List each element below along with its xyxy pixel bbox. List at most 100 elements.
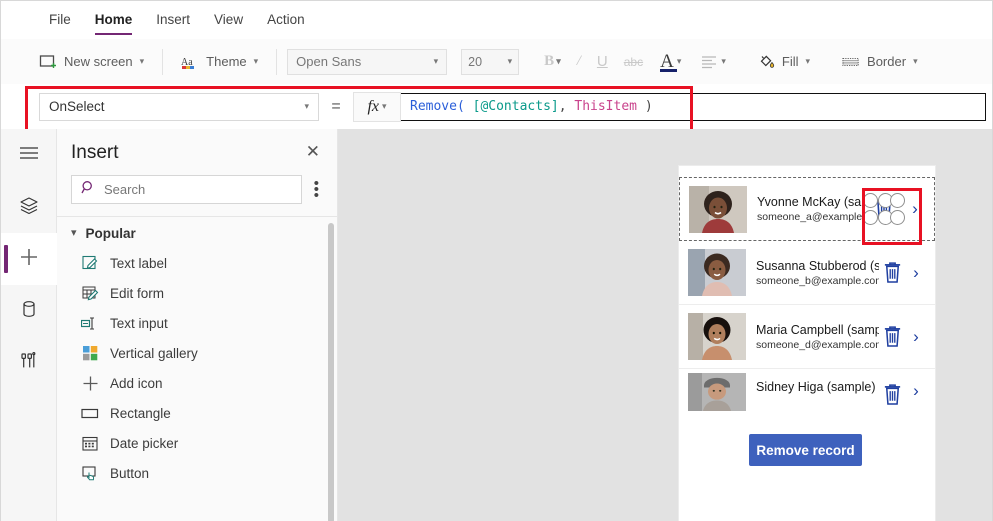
contact-info: Yvonne McKay (sample) someone_a@example.… <box>747 195 864 223</box>
border-button[interactable]: Border ▾ <box>834 49 926 75</box>
chevron-down-icon: ▾ <box>304 101 309 111</box>
search-input[interactable]: Search <box>71 175 302 204</box>
more-options-icon[interactable]: • • • <box>310 176 323 203</box>
font-name-select[interactable]: Open Sans ▾ <box>287 48 448 75</box>
delete-icon-selected[interactable] <box>863 193 905 225</box>
formula-token: ) <box>637 99 653 114</box>
chevron-down-icon: ▾ <box>253 56 259 66</box>
align-button[interactable]: ▾ <box>691 53 733 71</box>
menu-item-list: File Home Insert View Action <box>1 1 992 39</box>
ribbon-toolbar: New screen ▾ Aa Theme ▾ Open Sans ▾ 20 ▾… <box>1 39 992 85</box>
border-label: Border <box>867 54 907 69</box>
menu-item-file[interactable]: File <box>37 1 83 39</box>
bold-button[interactable]: B ▾ <box>537 53 568 70</box>
ribbon-group-format: B ▾ / U abc A ▾ ▾ <box>529 39 743 84</box>
chevron-down-icon: ▾ <box>507 56 513 66</box>
gallery-row[interactable]: Susanna Stubberod (sample) someone_b@exa… <box>679 241 935 305</box>
theme-label: Theme <box>206 54 247 69</box>
add-icon <box>81 374 99 392</box>
tree-view-icon <box>18 195 40 220</box>
insert-panel-scrollbar[interactable] <box>328 223 334 521</box>
insert-group-popular[interactable]: ▾ Popular <box>57 217 337 248</box>
gallery-row[interactable]: Yvonne McKay (sample) someone_a@example.… <box>679 177 935 241</box>
property-select[interactable]: OnSelect ▾ <box>39 92 319 121</box>
insert-item-label: Date picker <box>110 435 179 451</box>
vertical-gallery[interactable]: Yvonne McKay (sample) someone_a@example.… <box>679 166 935 521</box>
trash-icon <box>884 262 900 283</box>
rail-item-tree-view[interactable] <box>1 181 57 233</box>
strikethrough-button[interactable]: abc <box>617 55 650 69</box>
gallery-row[interactable]: Maria Campbell (sample) someone_d@exampl… <box>679 305 935 369</box>
new-screen-label: New screen <box>64 54 133 69</box>
rail-item-insert[interactable] <box>1 233 57 285</box>
rectangle-icon <box>81 404 99 422</box>
underline-button[interactable]: U <box>590 53 615 70</box>
chevron-down-icon: ▾ <box>382 101 387 111</box>
delete-icon[interactable] <box>879 258 905 288</box>
bold-label: B <box>544 53 555 69</box>
equals-sign: = <box>331 97 341 115</box>
next-arrow-icon[interactable]: › <box>905 327 927 347</box>
fill-button[interactable]: Fill ▾ <box>749 49 818 75</box>
insert-item-label: Edit form <box>110 285 165 301</box>
insert-item-text-input[interactable]: Text input <box>57 308 337 338</box>
insert-item-vertical-gallery[interactable]: Vertical gallery <box>57 338 337 368</box>
formula-token: ThisItem <box>574 99 637 114</box>
insert-item-rectangle[interactable]: Rectangle <box>57 398 337 428</box>
new-screen-icon <box>39 53 57 71</box>
menu-item-home[interactable]: Home <box>83 1 145 39</box>
rail-item-hamburger[interactable] <box>1 129 57 181</box>
rail-item-advanced-tools[interactable] <box>1 337 57 389</box>
insert-item-label: Button <box>110 465 150 481</box>
selection-handle[interactable] <box>863 210 878 225</box>
selection-handle[interactable] <box>890 210 905 225</box>
font-color-button[interactable]: A ▾ <box>652 52 689 72</box>
selection-handle[interactable] <box>890 193 905 208</box>
delete-icon[interactable] <box>879 379 905 409</box>
new-screen-button[interactable]: New screen ▾ <box>31 49 152 75</box>
strikethrough-label: abc <box>623 54 644 69</box>
font-color-swatch <box>660 69 678 72</box>
contact-name: Maria Campbell (sample) <box>756 322 879 337</box>
align-left-icon <box>701 53 719 71</box>
next-arrow-icon[interactable]: › <box>905 263 927 283</box>
menu-item-insert[interactable]: Insert <box>144 1 202 39</box>
insert-item-label: Vertical gallery <box>110 345 198 361</box>
close-icon[interactable]: ✕ <box>303 143 323 160</box>
italic-label: / <box>576 53 581 69</box>
insert-panel: Insert ✕ Search • • • ▾ Popular Text lab… <box>57 129 338 521</box>
search-icon <box>81 180 96 200</box>
theme-button[interactable]: Aa Theme ▾ <box>173 49 266 75</box>
insert-panel-title: Insert <box>71 142 119 163</box>
font-size-select[interactable]: 20 ▾ <box>461 48 520 75</box>
remove-record-button[interactable]: Remove record <box>749 434 862 466</box>
contact-avatar <box>688 373 746 411</box>
rail-item-data[interactable] <box>1 285 57 337</box>
vertical-gallery-icon <box>81 344 99 362</box>
selection-handle[interactable] <box>863 193 878 208</box>
menu-item-view[interactable]: View <box>202 1 255 39</box>
menu-item-action[interactable]: Action <box>255 1 317 39</box>
chevron-down-icon: ▾ <box>805 56 811 66</box>
contact-email: someone_a@example.com <box>757 211 864 223</box>
insert-item-date-picker[interactable]: Date picker <box>57 428 337 458</box>
formula-bar: OnSelect ▾ = fx ▾ Remove( [@Contacts], T… <box>1 84 992 130</box>
insert-item-add-icon[interactable]: Add icon <box>57 368 337 398</box>
text-input-icon <box>81 314 99 332</box>
italic-button[interactable]: / <box>570 53 588 70</box>
ribbon-group-fill: Fill ▾ <box>743 39 828 84</box>
fx-button[interactable]: fx ▾ <box>353 91 401 122</box>
insert-item-button[interactable]: Button <box>57 458 337 488</box>
font-name-value: Open Sans <box>296 54 362 69</box>
gallery-row[interactable]: Sidney Higa (sample) › <box>679 369 935 411</box>
insert-item-edit-form[interactable]: Edit form <box>57 278 337 308</box>
chevron-down-icon: ▾ <box>71 227 77 239</box>
next-arrow-icon[interactable]: › <box>905 381 927 401</box>
insert-item-text-label[interactable]: Text label <box>57 248 337 278</box>
contact-avatar <box>688 249 746 296</box>
advanced-tools-icon <box>19 351 39 376</box>
contact-info: Susanna Stubberod (sample) someone_b@exa… <box>746 259 879 287</box>
delete-icon[interactable] <box>879 322 905 352</box>
next-arrow-icon[interactable]: › <box>904 199 926 219</box>
formula-input[interactable]: Remove( [@Contacts], ThisItem ) <box>401 92 986 121</box>
